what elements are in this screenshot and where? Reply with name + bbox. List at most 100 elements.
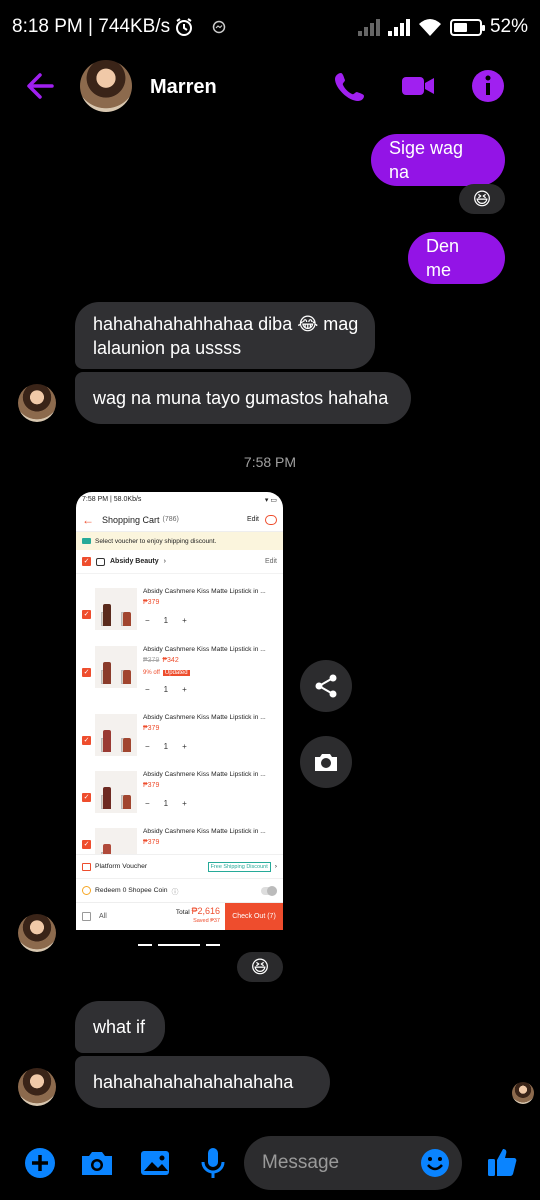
- shot-truck-icon: [82, 538, 91, 544]
- shot-total: Total ₱2,616 Saved ₱37: [175, 906, 220, 925]
- video-camera-icon[interactable]: [400, 68, 436, 104]
- signal-sim2-icon: [387, 18, 410, 36]
- image-icon[interactable]: [138, 1146, 172, 1180]
- shot-shop-name: Absidy Beauty: [110, 558, 159, 565]
- shot-checkbox: ✓: [82, 840, 91, 849]
- emoji-icon[interactable]: [420, 1148, 450, 1178]
- message-text: Sige wag na: [389, 138, 464, 182]
- phone-icon[interactable]: [332, 68, 368, 104]
- shot-title: Shopping Cart: [102, 514, 160, 525]
- shot-select-all-label: All: [99, 913, 107, 920]
- shot-status-bar: 7:58 PM | 58.0Kb/s ▾ ▭: [76, 492, 283, 508]
- shot-qty: −1 +: [145, 685, 187, 694]
- plus-icon[interactable]: [23, 1146, 57, 1180]
- sender-avatar[interactable]: [18, 1068, 56, 1106]
- shot-redeem-label: Redeem 0 Shopee Coin: [95, 887, 168, 894]
- messenger-notification-icon: [212, 20, 226, 34]
- shot-checkbox: ✓: [82, 793, 91, 802]
- shot-cart-item: ✓ Absidy Cashmere Kiss Matte Lipstick in…: [76, 710, 283, 767]
- shot-back-icon: ←: [82, 512, 94, 527]
- signal-sim1-icon: [357, 18, 380, 36]
- reaction-badge[interactable]: 😆: [237, 952, 283, 982]
- reaction-emoji: 😆: [472, 188, 492, 209]
- contact-name[interactable]: Marren: [150, 76, 217, 99]
- shot-voucher-banner: Select voucher to enjoy shipping discoun…: [76, 532, 283, 550]
- battery-percent: 52%: [489, 16, 528, 37]
- shot-coin-toggle: [261, 885, 277, 896]
- info-icon[interactable]: [470, 68, 506, 104]
- back-arrow-icon[interactable]: [22, 68, 62, 104]
- message-incoming[interactable]: wag na muna tayo gumastos hahaha: [75, 372, 411, 424]
- message-text: what if: [93, 1017, 146, 1037]
- sender-avatar[interactable]: [18, 914, 56, 952]
- message-text: Den me: [426, 236, 460, 280]
- shot-shop-edit: Edit: [264, 558, 277, 565]
- shot-item-price: ₱379 ₱342: [143, 657, 179, 664]
- shot-free-shipping-tag: Free Shipping Discount: [207, 861, 271, 872]
- shot-qty: −1 +: [145, 742, 187, 751]
- shot-item-price: ₱379: [143, 782, 160, 789]
- shot-product-image: [95, 714, 137, 756]
- shot-checkbox: ✓: [82, 736, 91, 745]
- camera-icon[interactable]: [80, 1146, 114, 1180]
- shot-checkbox: ✓: [82, 557, 91, 566]
- shot-checkout-button: Check Out (7): [225, 902, 283, 930]
- shot-product-image: [95, 828, 137, 854]
- shot-status-icons: ▾ ▭: [264, 497, 277, 504]
- shot-item-price: ₱379: [143, 599, 160, 606]
- chat-header: Marren: [0, 58, 540, 116]
- shot-item-price: ₱379: [143, 725, 160, 732]
- status-right: 52%: [357, 16, 528, 38]
- shot-item-title: Absidy Cashmere Kiss Matte Lipstick in .…: [143, 714, 266, 721]
- shot-chevron-icon: ›: [163, 558, 166, 565]
- shared-image[interactable]: 7:58 PM | 58.0Kb/s ▾ ▭ ← Shopping Cart (…: [76, 492, 283, 930]
- reaction-badge[interactable]: 😆: [459, 184, 505, 214]
- shot-chat-icon: [265, 514, 277, 525]
- message-incoming[interactable]: hahahahahahhahaa diba 😂 mag lalaunion pa…: [75, 302, 375, 369]
- shot-cart-item: ✓ Absidy Cashmere Kiss Matte Lipstick in…: [76, 642, 283, 699]
- shot-cart-item: ✓ Absidy Cashmere Kiss Matte Lipstick in…: [76, 584, 283, 641]
- shot-help-icon: ⓘ: [171, 888, 179, 896]
- shot-cart-item: ✓ Absidy Cashmere Kiss Matte Lipstick in…: [76, 767, 283, 824]
- shot-edit: Edit: [246, 516, 259, 523]
- shot-product-image: [95, 588, 137, 630]
- microphone-icon[interactable]: [196, 1146, 230, 1180]
- wifi-icon: [418, 19, 441, 36]
- shot-select-all-checkbox: [82, 912, 91, 921]
- message-outgoing[interactable]: Sige wag na: [371, 134, 505, 186]
- status-time: 8:18 PM | 744KB/s: [12, 16, 171, 37]
- shot-coin-icon: [82, 886, 91, 895]
- shot-item-discount: 9% off Updated: [143, 670, 190, 676]
- alarm-clock-icon: [176, 18, 193, 36]
- status-bar: 8:18 PM | 744KB/s 52%: [0, 0, 540, 58]
- shot-checkbox: ✓: [82, 610, 91, 619]
- shot-product-image: [95, 771, 137, 813]
- reaction-emoji: 😆: [250, 956, 270, 977]
- shot-item-title: Absidy Cashmere Kiss Matte Lipstick in .…: [143, 828, 266, 835]
- camera-icon: [315, 754, 337, 771]
- message-outgoing[interactable]: Den me: [408, 232, 505, 284]
- shot-checkbox: ✓: [82, 668, 91, 677]
- shot-item-price: ₱379: [143, 839, 160, 846]
- battery-icon: [449, 18, 485, 36]
- shot-qty: −1 +: [145, 616, 187, 625]
- shot-qty: −1 +: [145, 799, 187, 808]
- shot-checkout-bar: All Total ₱2,616 Saved ₱37 Check Out (7): [76, 902, 283, 930]
- shot-item-title: Absidy Cashmere Kiss Matte Lipstick in .…: [143, 588, 266, 595]
- message-incoming[interactable]: hahahahahahahahahaha: [75, 1056, 330, 1108]
- shot-item-title: Absidy Cashmere Kiss Matte Lipstick in .…: [143, 771, 266, 778]
- thumbs-up-icon[interactable]: [486, 1146, 518, 1178]
- shot-voucher-text: Select voucher to enjoy shipping discoun…: [95, 537, 217, 545]
- share-button[interactable]: [300, 660, 352, 712]
- shot-chevron-icon: ›: [274, 863, 277, 870]
- share-icon: [315, 674, 337, 698]
- message-incoming[interactable]: what if: [75, 1001, 165, 1053]
- shot-cart-count: (786): [162, 516, 179, 523]
- contact-avatar[interactable]: [80, 60, 132, 112]
- status-left: 8:18 PM | 744KB/s: [12, 16, 226, 38]
- seen-indicator-avatar: [512, 1082, 534, 1104]
- shot-store-icon: [96, 557, 105, 566]
- message-text: wag na muna tayo gumastos hahaha: [93, 388, 389, 408]
- save-image-button[interactable]: [300, 736, 352, 788]
- sender-avatar[interactable]: [18, 384, 56, 422]
